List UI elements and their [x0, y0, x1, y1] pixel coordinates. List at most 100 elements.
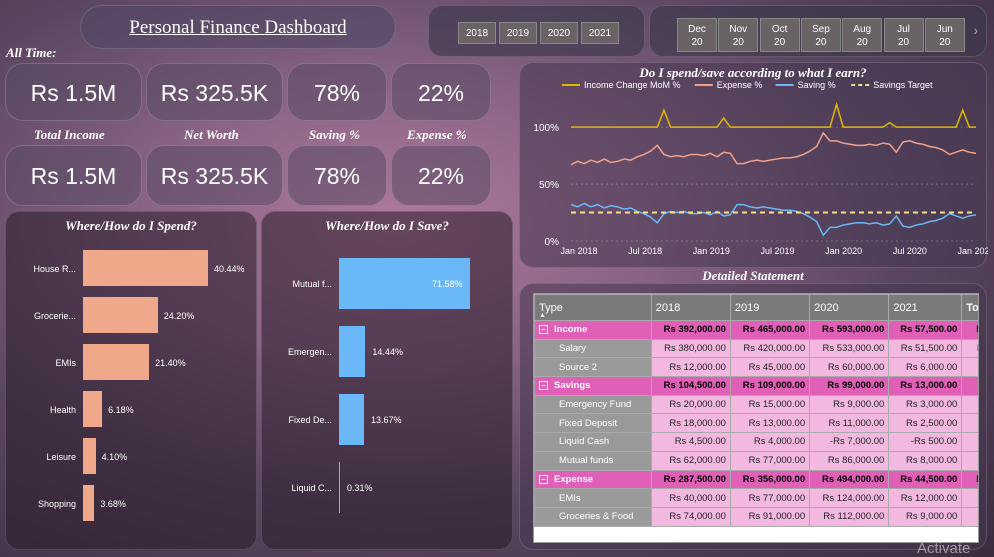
column-header[interactable]: 2021 — [888, 294, 963, 321]
save-category-label: Liquid C... — [291, 483, 332, 493]
spend-title: Where/How do I Spend? — [65, 218, 197, 233]
column-header[interactable]: 2018 — [650, 294, 731, 321]
month-option[interactable]: Jun 20 — [924, 18, 965, 52]
kpi-income: Rs 1.5M — [5, 145, 142, 206]
collapse-icon[interactable]: − — [539, 381, 548, 391]
series-line — [570, 202, 977, 237]
series-line — [571, 101, 976, 128]
table-cell: Rs 11,000.00 — [809, 413, 890, 434]
table-row[interactable]: − Income Rs 392,000.00 Rs 465,000.00 Rs 593,… — [534, 320, 978, 340]
month-year: 20 — [732, 37, 744, 48]
month-year: 20 — [897, 37, 910, 48]
collapse-icon[interactable]: − — [539, 474, 548, 484]
line-chart: 0% 50% 100% Jan 2018 Jul 2018 Jan 2019 Jul 201… — [533, 80, 988, 256]
line-chart-panel: Do I spend/save according to what I earn… — [519, 62, 988, 268]
table-row[interactable]: Salary Rs 380,000.00 Rs 420,000.00 Rs 533,0… — [534, 338, 978, 359]
table-cell: Rs 1, — [961, 338, 978, 359]
all-time-label: All Time: — [6, 45, 57, 60]
table-cell: Emergency Fund — [534, 394, 652, 415]
year-option[interactable]: 2021 — [581, 22, 619, 44]
save-value-label: 0.31% — [347, 483, 373, 493]
month-option[interactable]: Jul 20 — [883, 18, 924, 52]
table-cell: Rs 60,000.00 — [809, 357, 890, 378]
table-row[interactable]: Liquid Cash Rs 4,500.00 Rs 4,000.00 -Rs 7,0… — [534, 432, 978, 452]
month-name: Sep — [811, 24, 830, 35]
table-row[interactable]: Groceries & Food Rs 74,000.00 Rs 91,000.00… — [534, 506, 978, 527]
save-bar[interactable] — [339, 462, 340, 513]
table-cell: Rs 4,000.00 — [729, 432, 811, 452]
table-row[interactable]: − Expense Rs 287,500.00 Rs 356,000.00 Rs 494… — [534, 469, 978, 490]
table-row[interactable]: Source 2 Rs 12,000.00 Rs 45,000.00 Rs 60,00… — [534, 357, 978, 378]
table-cell-text: Income — [554, 324, 588, 336]
month-option[interactable]: Oct 20 — [759, 18, 800, 52]
x-tick-label: Jul 2019 — [760, 246, 794, 256]
collapse-icon[interactable]: − — [539, 325, 548, 335]
table-cell: Rs 1, — [961, 469, 978, 490]
table-cell: Rs — [961, 450, 978, 471]
table-cell: Rs 45,000.00 — [729, 357, 811, 378]
table-cell: Rs 9,000.00 — [809, 394, 890, 415]
title-box: Personal Finance Dashboard — [80, 5, 396, 49]
sort-up-icon[interactable]: ▲ — [539, 312, 546, 319]
table-cell: Rs — [961, 413, 978, 434]
table-row[interactable]: Emergency Fund Rs 20,000.00 Rs 15,000.00 Rs… — [534, 394, 978, 415]
month-option[interactable]: Aug 20 — [842, 18, 883, 52]
month-option[interactable]: Dec 20 — [677, 18, 717, 52]
month-name: Aug — [853, 24, 872, 35]
year-option[interactable]: 2019 — [499, 22, 537, 44]
table-cell: R — [961, 432, 978, 452]
kpi-networth-top: Rs 325.5K — [146, 63, 283, 121]
column-header[interactable]: 2020 — [809, 294, 890, 321]
table-cell: − Expense — [534, 469, 652, 490]
save-value-label: 13.67% — [371, 415, 402, 425]
column-header[interactable]: Type ▲ — [534, 294, 652, 321]
table-cell: Rs 62,000.00 — [650, 450, 731, 471]
table-cell: Salary — [534, 338, 652, 359]
x-tick-label: Jan 2019 — [693, 246, 730, 256]
table-row[interactable]: − Savings Rs 104,500.00 Rs 109,000.00 Rs 99,… — [534, 376, 978, 396]
table-row[interactable]: Mutual funds Rs 62,000.00 Rs 77,000.00 Rs 8… — [534, 450, 978, 471]
table-cell: Rs 4,500.00 — [650, 432, 731, 452]
table-cell: Mutual funds — [534, 450, 652, 471]
column-header[interactable]: Tota — [961, 294, 978, 321]
spend-bar[interactable] — [83, 485, 95, 521]
table-cell: Liquid Cash — [534, 432, 652, 452]
table-cell: Rs 12,000.00 — [650, 357, 731, 378]
spend-bar[interactable] — [83, 344, 150, 380]
month-option[interactable]: Sep 20 — [800, 18, 841, 52]
spend-bar[interactable] — [83, 391, 103, 427]
save-bar[interactable] — [339, 394, 365, 445]
save-title: Where/How do I Save? — [325, 218, 449, 233]
kpi-expense-top: 22% — [391, 63, 491, 121]
save-panel: Where/How do I Save? Mutual f... 71.58% Em… — [261, 211, 513, 550]
table-cell: Rs 13,000.00 — [729, 413, 811, 434]
page-title: Personal Finance Dashboard — [129, 17, 347, 38]
table-cell: Rs 392,000.00 — [650, 320, 731, 340]
year-option[interactable]: 2018 — [458, 22, 496, 44]
table-row[interactable]: Fixed Deposit Rs 18,000.00 Rs 13,000.00 Rs … — [534, 413, 978, 434]
spend-bar[interactable] — [83, 297, 158, 333]
x-tick-label: Jan 2020 — [825, 246, 862, 256]
table-row[interactable]: EMIs Rs 40,000.00 Rs 77,000.00 Rs 124,000.0… — [534, 488, 978, 508]
x-tick-label: Jul 2018 — [628, 246, 662, 256]
month-name: Nov — [729, 24, 748, 35]
table-cell: Groceries & Food — [534, 506, 652, 527]
month-year: 20 — [856, 37, 868, 48]
spend-bar[interactable] — [83, 250, 208, 286]
kpi-label-expense: Expense % — [407, 127, 467, 142]
year-option[interactable]: 2020 — [540, 22, 578, 44]
save-bar[interactable] — [339, 326, 366, 377]
chevron-right-icon[interactable]: › — [973, 22, 978, 38]
spend-category-label: EMIs — [55, 358, 76, 368]
x-tick-label: Jul 2020 — [893, 246, 927, 256]
table-cell: -Rs 7,000.00 — [809, 432, 890, 452]
month-option[interactable]: Nov 20 — [718, 18, 759, 52]
table-cell: Rs 6,000.00 — [888, 357, 963, 378]
spend-bar[interactable] — [83, 438, 96, 474]
watermark: Activate — [917, 540, 971, 557]
column-header[interactable]: 2019 — [729, 294, 811, 321]
spend-value-label: 3.68% — [100, 499, 126, 509]
month-name: Dec — [688, 24, 706, 35]
table-cell: Rs 99,000.00 — [809, 376, 890, 396]
table-cell: Rs 420,000.00 — [729, 338, 811, 359]
